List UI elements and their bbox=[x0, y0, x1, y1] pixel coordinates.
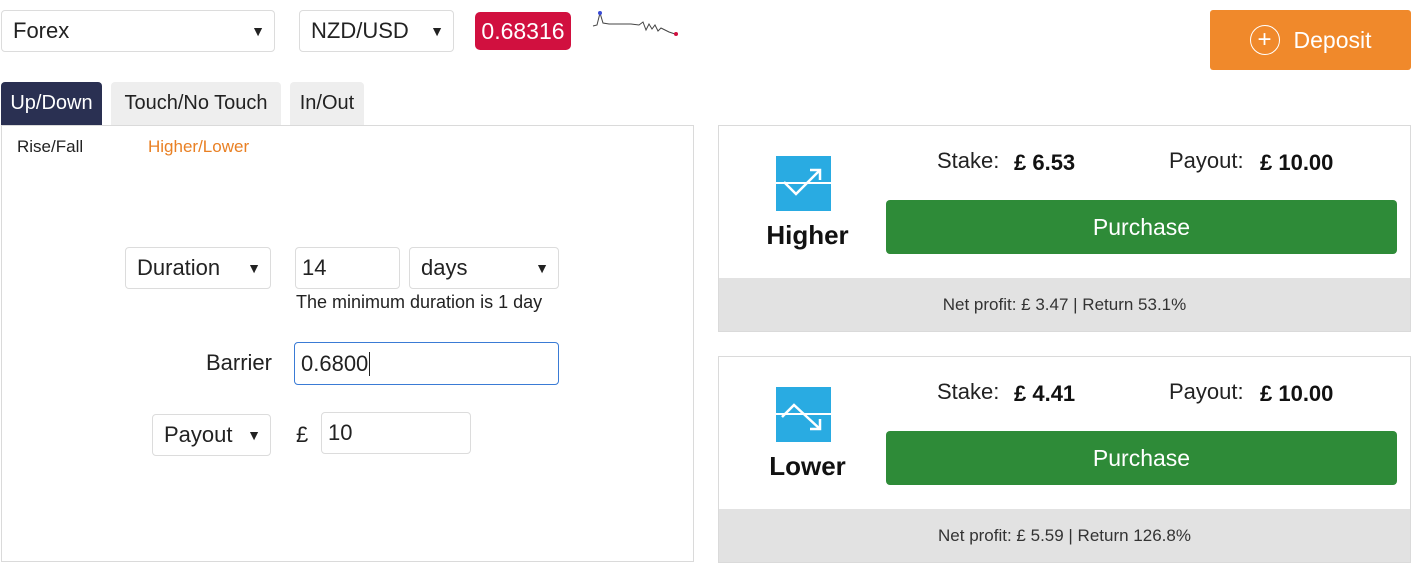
barrier-input[interactable]: 0.6800 bbox=[294, 342, 559, 385]
stake-label: Stake: bbox=[937, 379, 1000, 404]
stake-value: £ 6.53 bbox=[1014, 150, 1076, 175]
symbol-select[interactable]: NZD/USD ▼ bbox=[299, 10, 454, 52]
sparkline-icon bbox=[592, 11, 678, 36]
purchase-lower-button[interactable]: Purchase bbox=[886, 431, 1397, 485]
duration-unit-value: days bbox=[421, 255, 468, 280]
plus-circle-icon: + bbox=[1249, 25, 1280, 55]
subtab-rise-fall[interactable]: Rise/Fall bbox=[17, 137, 83, 157]
amount-type-select[interactable]: Payout ▼ bbox=[152, 414, 271, 456]
currency-symbol: £ bbox=[296, 422, 309, 447]
stake-value: £ 4.41 bbox=[1014, 381, 1076, 406]
chevron-down-icon: ▼ bbox=[251, 23, 265, 39]
payout-label: Payout: bbox=[1169, 379, 1244, 404]
contract-card-lower: Lower Stake: £ 4.41 Payout: £ 10.00 Purc… bbox=[718, 356, 1411, 563]
payout-value: £ 10.00 bbox=[1260, 150, 1334, 175]
net-profit-text: Net profit: £ 5.59 | Return 126.8% bbox=[938, 525, 1191, 545]
tab-label: Touch/No Touch bbox=[124, 92, 268, 114]
deposit-label: Deposit bbox=[1293, 26, 1372, 53]
duration-hint: The minimum duration is 1 day bbox=[296, 292, 543, 312]
trend-down-icon bbox=[776, 387, 831, 442]
duration-value: 14 bbox=[302, 255, 327, 280]
spot-price-value: 0.68316 bbox=[481, 17, 565, 44]
chevron-down-icon: ▼ bbox=[535, 260, 549, 276]
payout-label: Payout: bbox=[1169, 148, 1244, 173]
barrier-value: 0.6800 bbox=[301, 350, 369, 376]
purchase-higher-button[interactable]: Purchase bbox=[886, 200, 1397, 254]
chevron-down-icon: ▼ bbox=[247, 427, 261, 443]
duration-type-value: Duration bbox=[137, 255, 221, 280]
trend-up-icon bbox=[776, 156, 831, 211]
market-select-value: Forex bbox=[13, 18, 70, 43]
amount-input[interactable]: 10 bbox=[321, 412, 471, 454]
payout-value: £ 10.00 bbox=[1260, 381, 1334, 406]
spot-price-badge: 0.68316 bbox=[475, 12, 571, 50]
contract-card-higher: Higher Stake: £ 6.53 Payout: £ 10.00 Pur… bbox=[718, 125, 1411, 332]
contract-type-label: Lower bbox=[769, 451, 846, 481]
contract-form-panel: Rise/Fall Higher/Lower Duration ▼ 14 day… bbox=[1, 125, 694, 562]
tab-in-out[interactable]: In/Out bbox=[290, 82, 364, 125]
net-profit-info: Net profit: £ 5.59 | Return 126.8% bbox=[719, 509, 1410, 562]
duration-unit-select[interactable]: days ▼ bbox=[409, 247, 559, 289]
duration-input[interactable]: 14 bbox=[295, 247, 400, 289]
amount-type-value: Payout bbox=[164, 422, 233, 447]
net-profit-info: Net profit: £ 3.47 | Return 53.1% bbox=[719, 278, 1410, 331]
contract-type-label: Higher bbox=[766, 220, 849, 250]
tab-label: Up/Down bbox=[10, 92, 93, 114]
chevron-down-icon: ▼ bbox=[247, 260, 261, 276]
duration-type-select[interactable]: Duration ▼ bbox=[125, 247, 271, 289]
purchase-label: Purchase bbox=[1092, 213, 1191, 240]
stake-label: Stake: bbox=[937, 148, 1000, 173]
net-profit-text: Net profit: £ 3.47 | Return 53.1% bbox=[942, 294, 1187, 314]
tab-up-down[interactable]: Up/Down bbox=[1, 82, 102, 125]
tab-label: In/Out bbox=[299, 92, 355, 114]
subtab-higher-lower[interactable]: Higher/Lower bbox=[148, 137, 249, 157]
tab-touch-no-touch[interactable]: Touch/No Touch bbox=[111, 82, 281, 125]
chevron-down-icon: ▼ bbox=[430, 23, 444, 39]
market-select[interactable]: Forex ▼ bbox=[1, 10, 275, 52]
purchase-label: Purchase bbox=[1092, 444, 1191, 471]
symbol-select-value: NZD/USD bbox=[311, 18, 409, 43]
barrier-label: Barrier bbox=[205, 350, 272, 375]
text-cursor bbox=[369, 351, 371, 376]
amount-value: 10 bbox=[328, 420, 353, 445]
deposit-button[interactable]: + Deposit bbox=[1210, 10, 1411, 70]
